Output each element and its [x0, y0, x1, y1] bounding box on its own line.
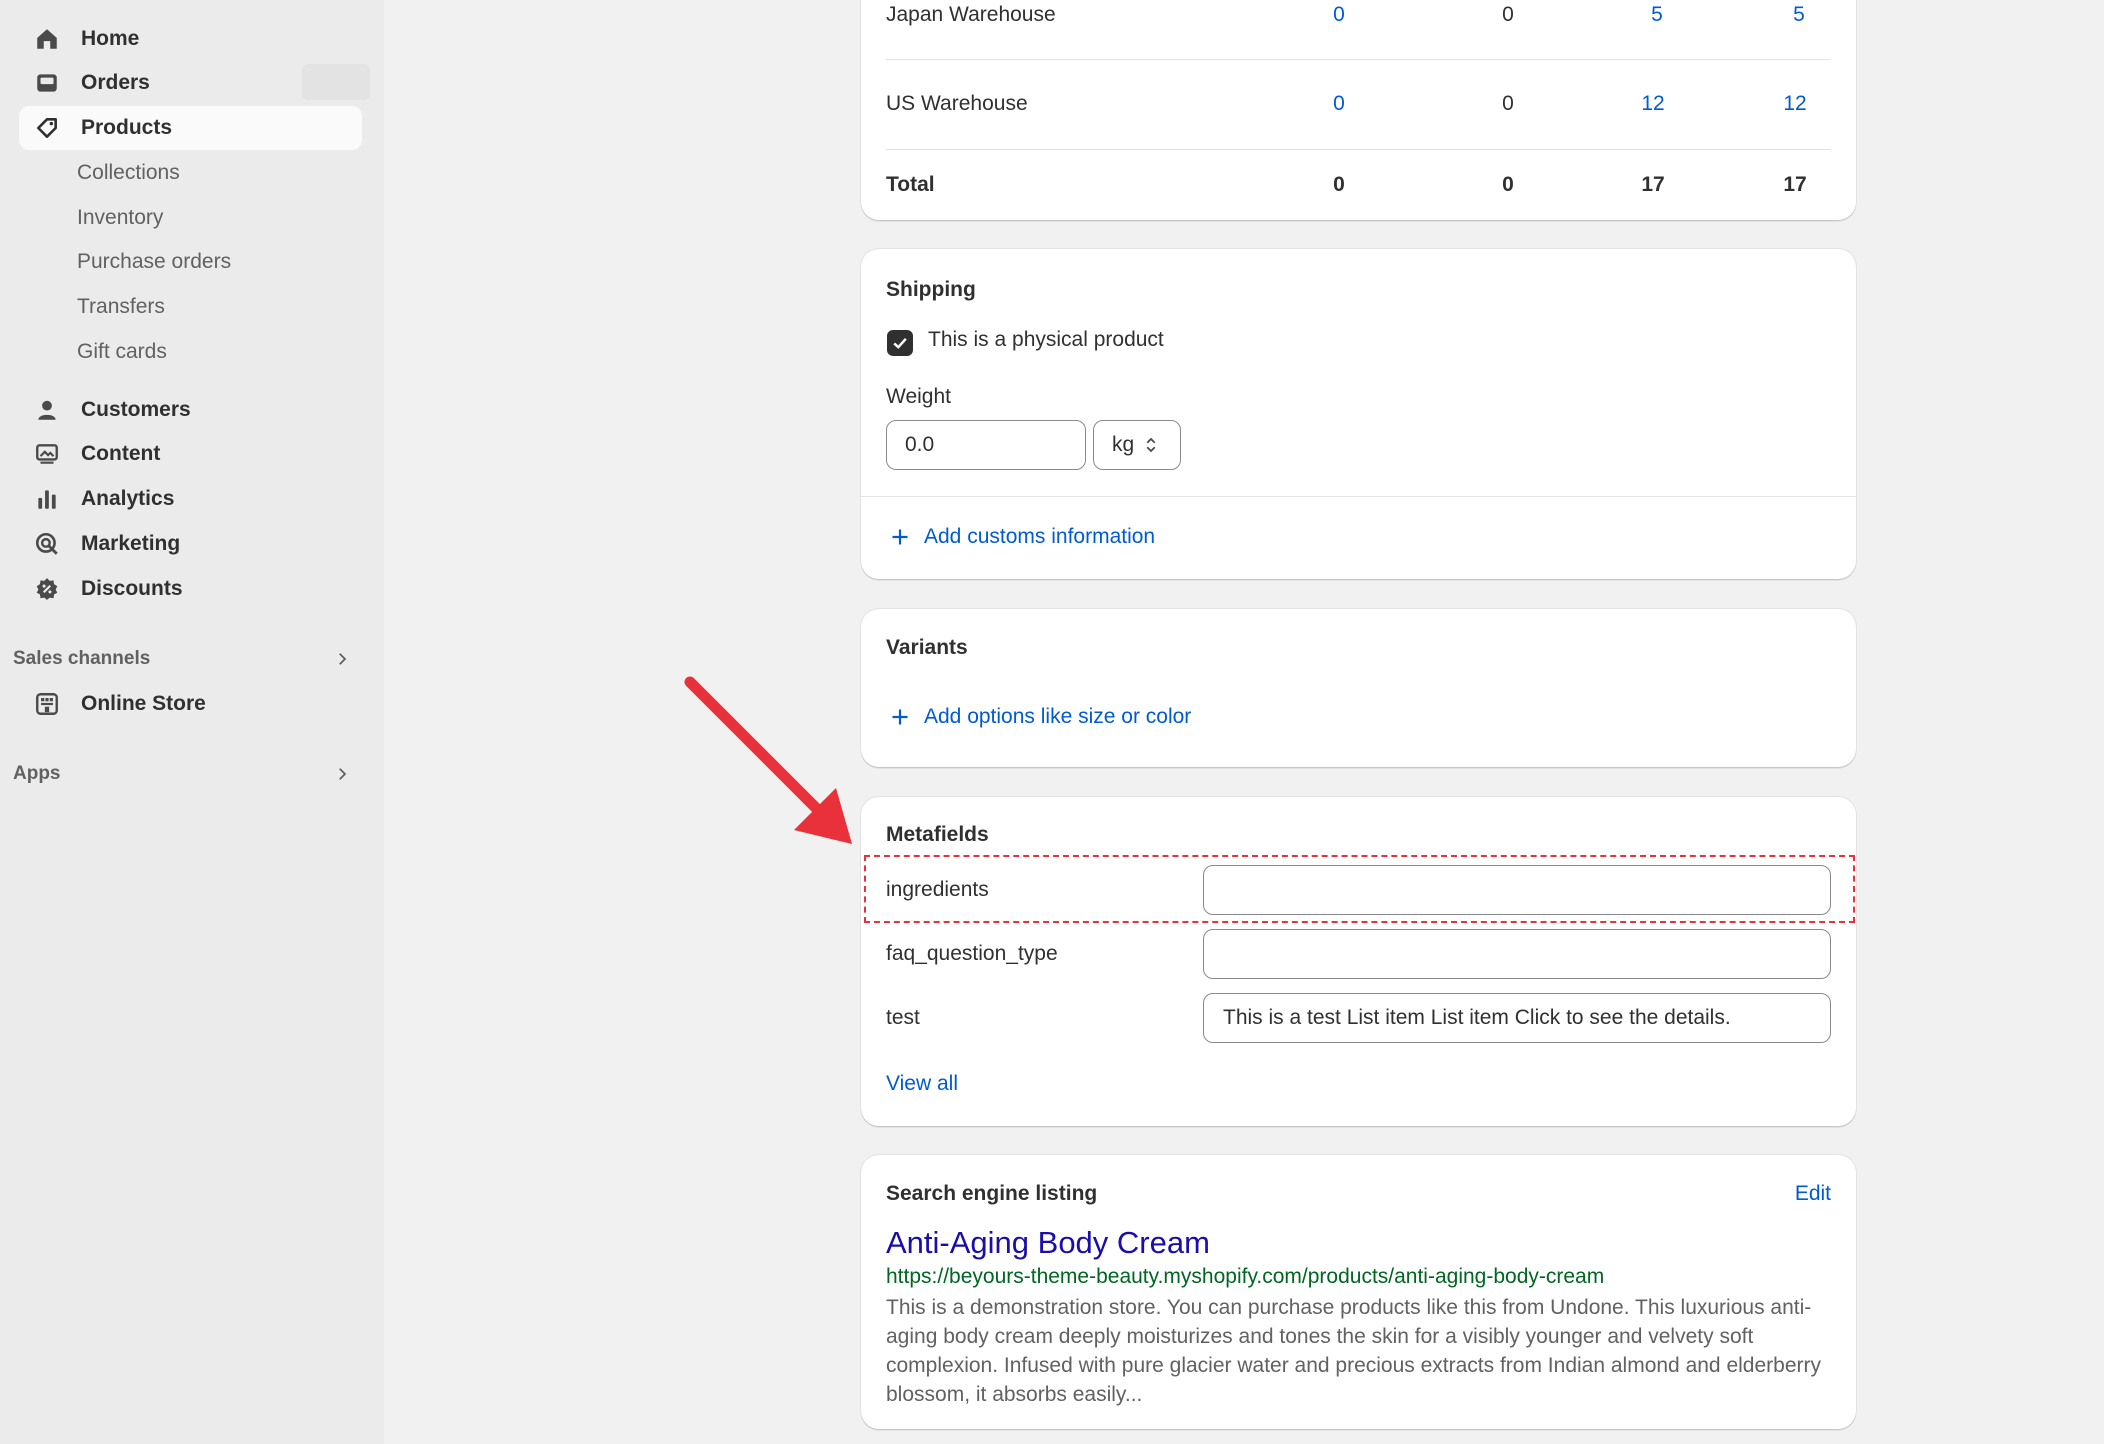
plus-icon [890, 707, 910, 727]
inventory-committed: 0 [1502, 3, 1514, 26]
variants-title: Variants [886, 636, 968, 659]
inventory-unavailable-link[interactable]: 0 [1309, 3, 1369, 27]
nav-purchase-orders[interactable]: Purchase orders [77, 242, 231, 282]
analytics-icon [33, 485, 61, 513]
nav-products[interactable]: Products [19, 106, 362, 150]
checkmark-icon [893, 337, 907, 349]
total-committed: 0 [1502, 173, 1514, 196]
section-divider [861, 496, 1856, 497]
inventory-on-hand-link[interactable]: 12 [1765, 92, 1825, 116]
inventory-available-link[interactable]: 5 [1627, 3, 1687, 27]
total-on-hand: 17 [1783, 173, 1807, 196]
inventory-total-row: Total 0 0 17 17 [886, 173, 1831, 213]
inventory-location: Japan Warehouse [886, 3, 1056, 26]
content-icon [33, 440, 61, 468]
inventory-location: US Warehouse [886, 92, 1028, 115]
inventory-unavailable-link[interactable]: 0 [1309, 92, 1369, 116]
nav-online-store[interactable]: Online Store [19, 682, 362, 726]
metafield-value: This is a test List item List item Click… [1223, 1006, 1731, 1029]
metafield-label-faq-question-type: faq_question_type [886, 942, 1058, 965]
add-options-label: Add options like size or color [924, 705, 1192, 728]
inventory-total-label: Total [886, 173, 935, 196]
sales-channels-header[interactable]: Sales channels [13, 641, 353, 677]
nav-discounts-label: Discounts [81, 577, 183, 600]
add-options-link[interactable]: Add options like size or color [890, 705, 1191, 729]
nav-content-label: Content [81, 442, 161, 465]
inventory-card: Japan Warehouse 0 0 5 5 US Warehouse 0 0… [861, 0, 1856, 220]
nav-analytics[interactable]: Analytics [19, 477, 362, 521]
seo-url: https://beyours-theme-beauty.myshopify.c… [886, 1265, 1605, 1288]
weight-input[interactable]: 0.0 [886, 420, 1086, 470]
nav-collections[interactable]: Collections [77, 153, 180, 193]
apps-label: Apps [13, 763, 61, 784]
nav-products-label: Products [81, 116, 173, 139]
add-customs-info-link[interactable]: Add customs information [890, 525, 1155, 549]
nav-transfers[interactable]: Transfers [77, 287, 165, 327]
home-icon [33, 25, 61, 53]
inventory-on-hand-link[interactable]: 5 [1769, 3, 1829, 27]
nav-customers[interactable]: Customers [19, 388, 362, 432]
inventory-row: US Warehouse 0 0 12 12 [886, 92, 1831, 132]
nav-home[interactable]: Home [19, 17, 362, 61]
nav-inventory[interactable]: Inventory [77, 198, 163, 238]
annotation-arrow-icon [684, 676, 852, 844]
person-icon [33, 396, 61, 424]
metafield-input-test[interactable]: This is a test List item List item Click… [1203, 993, 1831, 1043]
sidebar: Home Orders Products Collections Invento… [0, 0, 384, 1444]
annotation-highlight-box [864, 855, 1855, 923]
row-divider [886, 59, 1831, 60]
nav-customers-label: Customers [81, 398, 191, 421]
nav-marketing-label: Marketing [81, 532, 181, 555]
physical-product-checkbox[interactable] [887, 330, 913, 356]
seo-description: This is a demonstration store. You can p… [886, 1296, 1821, 1406]
total-unavailable: 0 [1333, 173, 1345, 196]
nav-analytics-label: Analytics [81, 487, 175, 510]
seo-card-title: Search engine listing [886, 1182, 1098, 1205]
chevron-right-icon [331, 648, 353, 670]
metafields-card: Metafields ingredients faq_question_type… [861, 797, 1856, 1126]
discount-icon [33, 575, 61, 603]
weight-label: Weight [886, 385, 951, 408]
metafield-input-faq-question-type[interactable] [1203, 929, 1831, 979]
weight-value: 0.0 [905, 433, 935, 456]
total-available: 17 [1641, 173, 1665, 196]
nav-discounts[interactable]: Discounts [19, 567, 362, 611]
metafields-title: Metafields [886, 823, 989, 846]
nav-marketing[interactable]: Marketing [19, 522, 362, 566]
view-all-link[interactable]: View all [886, 1072, 958, 1096]
seo-edit-link[interactable]: Edit [1795, 1182, 1831, 1206]
nav-content[interactable]: Content [19, 432, 362, 476]
sales-channels-label: Sales channels [13, 648, 151, 669]
tag-icon [33, 114, 61, 142]
shipping-title: Shipping [886, 278, 976, 301]
nav-online-store-label: Online Store [81, 692, 206, 715]
marketing-icon [33, 530, 61, 558]
nav-orders-label: Orders [81, 71, 150, 94]
nav-gift-cards[interactable]: Gift cards [77, 332, 167, 372]
nav-home-label: Home [81, 27, 140, 50]
weight-unit-select[interactable]: kg [1093, 420, 1181, 470]
inventory-row: Japan Warehouse 0 0 5 5 [886, 3, 1831, 43]
store-icon [33, 690, 61, 718]
select-arrows-icon [1146, 437, 1156, 453]
add-customs-info-label: Add customs information [924, 525, 1156, 548]
variants-card: Variants Add options like size or color [861, 609, 1856, 767]
physical-product-label: This is a physical product [928, 328, 1164, 351]
orders-icon [33, 69, 61, 97]
seo-card: Search engine listing Edit Anti-Aging Bo… [861, 1155, 1856, 1429]
orders-count-badge [302, 64, 370, 100]
apps-header[interactable]: Apps [13, 756, 353, 792]
plus-icon [890, 527, 910, 547]
inventory-available-link[interactable]: 12 [1623, 92, 1683, 116]
seo-page-title: Anti-Aging Body Cream [886, 1225, 1210, 1260]
metafield-label-test: test [886, 1006, 920, 1029]
shipping-card: Shipping This is a physical product Weig… [861, 249, 1856, 579]
row-divider [886, 149, 1831, 150]
chevron-right-icon [331, 763, 353, 785]
weight-unit-value: kg [1112, 433, 1135, 456]
inventory-committed: 0 [1502, 92, 1514, 115]
